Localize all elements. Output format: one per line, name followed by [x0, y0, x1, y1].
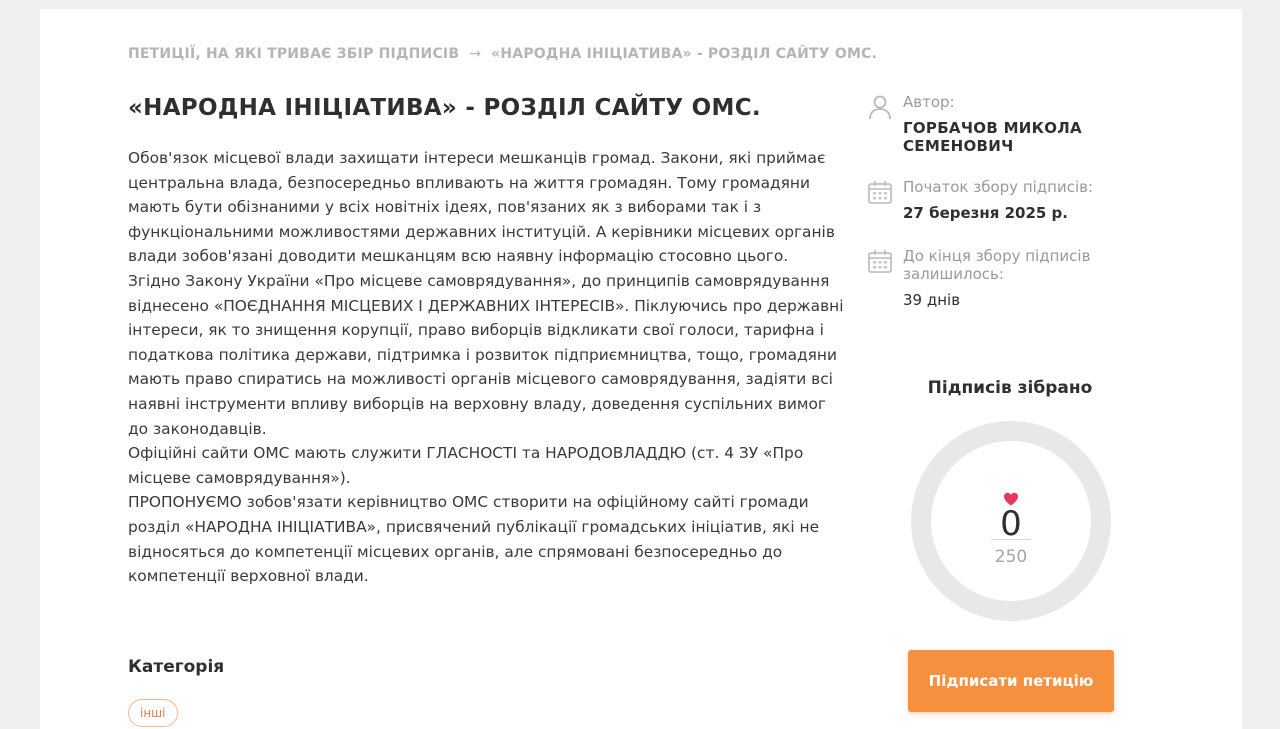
petition-paragraph: ПРОПОНУЄМО зобов'язати керівництво ОМС с… — [128, 493, 820, 586]
signatures-progress-ring: 0 250 — [910, 420, 1112, 622]
breadcrumb-current: «НАРОДНА ІНІЦІАТИВА» - РОЗДІЛ САЙТУ ОМС. — [491, 46, 878, 62]
breadcrumb: ПЕТИЦІЇ, НА ЯКІ ТРИВАЄ ЗБІР ПІДПИСІВ → «НА… — [128, 46, 877, 62]
start-date-value: 27 березня 2025 р. — [903, 204, 1068, 222]
days-left-value: 39 днів — [903, 291, 961, 309]
breadcrumb-arrow-icon: → — [469, 46, 482, 62]
petition-paragraph: Обов'язок місцевої влади захищати інтере… — [128, 149, 835, 266]
category-heading: Категорія — [128, 657, 225, 677]
signatures-heading: Підписів зібрано — [927, 378, 1093, 398]
signatures-counter: 0 250 — [910, 420, 1112, 622]
breadcrumb-parent-link[interactable]: ПЕТИЦІЇ, НА ЯКІ ТРИВАЄ ЗБІР ПІДПИСІВ — [128, 46, 459, 62]
user-icon — [869, 95, 891, 120]
petition-paragraph: Згідно Закону України «Про місцеве самов… — [128, 271, 844, 438]
counter-divider — [991, 539, 1031, 540]
calendar-icon — [868, 181, 892, 204]
author-name: ГОРБАЧОВ МИКОЛА СЕМЕНОВИЧ — [903, 119, 1082, 155]
calendar-icon — [868, 250, 892, 273]
petition-body: Обов'язок місцевої влади захищати інтере… — [128, 146, 848, 589]
category-tag[interactable]: інші — [128, 699, 178, 727]
signatures-goal: 250 — [994, 547, 1028, 567]
days-left-label: До кінця збору підписів залишилось: — [903, 247, 1091, 283]
start-date-label: Початок збору підписів: — [903, 178, 1094, 196]
signatures-collected: 0 — [1000, 504, 1022, 544]
page-title: «НАРОДНА ІНІЦІАТИВА» - РОЗДІЛ САЙТУ ОМС. — [128, 95, 761, 121]
author-label: Автор: — [903, 93, 955, 111]
sign-petition-button[interactable]: Підписати петицію — [908, 650, 1114, 712]
petition-card: ПЕТИЦІЇ, НА ЯКІ ТРИВАЄ ЗБІР ПІДПИСІВ → «НА… — [40, 9, 1242, 729]
petition-paragraph: Офіційні сайти ОМС мають служити ГЛАСНОС… — [128, 444, 804, 487]
